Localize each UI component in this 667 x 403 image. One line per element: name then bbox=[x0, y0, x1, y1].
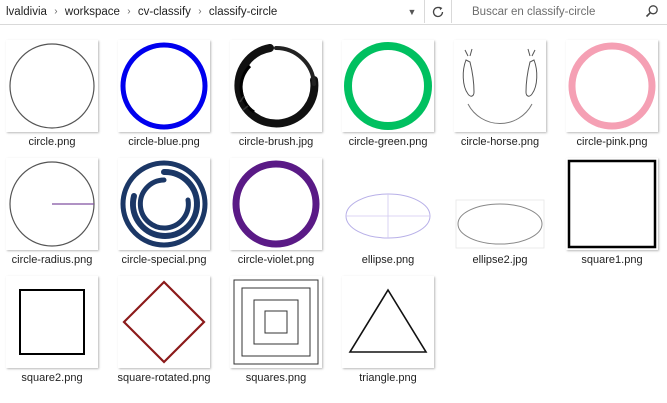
file-thumbnail bbox=[230, 276, 322, 368]
breadcrumb-item-classify-circle[interactable]: classify-circle bbox=[207, 6, 279, 18]
address-bar[interactable]: lvaldivia › workspace › cv-classify › cl… bbox=[0, 0, 425, 23]
file-item[interactable]: circle-violet.png bbox=[224, 158, 332, 272]
file-item[interactable]: circle-blue.png bbox=[112, 40, 220, 154]
circle-with-radius-icon bbox=[9, 161, 95, 247]
file-grid: circle.png circle-blue.png circle-brush.… bbox=[0, 40, 667, 403]
explorer-toolbar: lvaldivia › workspace › cv-classify › cl… bbox=[0, 0, 667, 25]
double-navy-ring-icon bbox=[120, 160, 208, 248]
blue-ring-icon bbox=[120, 42, 208, 130]
search-input[interactable] bbox=[462, 1, 647, 22]
file-item[interactable]: circle-green.png bbox=[336, 40, 444, 154]
file-item[interactable]: circle-special.png bbox=[112, 158, 220, 272]
file-name: square-rotated.png bbox=[117, 372, 211, 384]
file-thumbnail bbox=[6, 276, 98, 368]
file-thumbnail bbox=[342, 276, 434, 368]
file-name: circle.png bbox=[28, 136, 76, 148]
file-thumbnail bbox=[342, 158, 434, 250]
file-item[interactable]: circle-horse.png bbox=[448, 40, 556, 154]
black-square-icon bbox=[567, 159, 657, 249]
breadcrumb-item-cv-classify[interactable]: cv-classify bbox=[136, 6, 193, 18]
triangle-icon bbox=[348, 288, 428, 353]
file-item[interactable]: circle-brush.jpg bbox=[224, 40, 332, 154]
lavender-ellipse-icon bbox=[345, 193, 431, 239]
file-name: circle-pink.png bbox=[576, 136, 648, 148]
file-name: circle-horse.png bbox=[460, 136, 540, 148]
file-thumbnail bbox=[566, 40, 658, 132]
thin-circle-icon bbox=[9, 43, 95, 129]
file-item[interactable]: circle-pink.png bbox=[560, 40, 667, 154]
breadcrumb-item-lvaldivia[interactable]: lvaldivia bbox=[4, 6, 49, 18]
file-item[interactable]: triangle.png bbox=[336, 276, 444, 390]
file-item[interactable]: square1.png bbox=[560, 158, 667, 272]
file-thumbnail bbox=[566, 158, 658, 250]
search-box bbox=[462, 0, 667, 23]
chevron-right-icon[interactable]: › bbox=[193, 6, 207, 17]
gray-ellipse-icon bbox=[455, 199, 545, 249]
file-item[interactable]: square-rotated.png bbox=[112, 276, 220, 390]
file-name: ellipse2.jpg bbox=[472, 254, 528, 266]
red-diamond-icon bbox=[122, 280, 206, 364]
file-thumbnail bbox=[454, 40, 546, 132]
chevron-right-icon[interactable]: › bbox=[49, 6, 63, 17]
violet-ring-icon bbox=[232, 160, 320, 248]
file-name: circle-blue.png bbox=[128, 136, 200, 148]
pink-ring-icon bbox=[568, 42, 656, 130]
file-thumbnail bbox=[118, 158, 210, 250]
file-name: square2.png bbox=[21, 372, 83, 384]
search-icon[interactable] bbox=[645, 4, 659, 18]
file-name: circle-special.png bbox=[121, 254, 207, 266]
file-thumbnail bbox=[342, 40, 434, 132]
file-name: circle-green.png bbox=[348, 136, 428, 148]
file-item[interactable]: ellipse.png bbox=[336, 158, 444, 272]
file-thumbnail bbox=[118, 276, 210, 368]
refresh-button[interactable] bbox=[425, 0, 452, 23]
file-name: circle-violet.png bbox=[237, 254, 315, 266]
file-name: squares.png bbox=[245, 372, 307, 384]
file-item[interactable]: ellipse2.jpg bbox=[448, 158, 556, 272]
file-name: circle-brush.jpg bbox=[238, 136, 314, 148]
file-thumbnail bbox=[230, 158, 322, 250]
file-thumbnail bbox=[6, 158, 98, 250]
file-name: triangle.png bbox=[359, 372, 417, 384]
horse-sketch-circle-icon bbox=[462, 48, 538, 125]
ink-brush-circle-icon bbox=[234, 44, 319, 128]
chevron-down-icon[interactable]: ▼ bbox=[400, 0, 424, 23]
file-item[interactable]: circle-radius.png bbox=[0, 158, 108, 272]
black-square-icon bbox=[19, 289, 85, 355]
nested-squares-icon bbox=[233, 279, 319, 365]
file-thumbnail bbox=[454, 158, 546, 250]
file-item[interactable]: square2.png bbox=[0, 276, 108, 390]
file-name: square1.png bbox=[581, 254, 643, 266]
refresh-icon bbox=[432, 6, 444, 17]
breadcrumb-item-workspace[interactable]: workspace bbox=[63, 6, 122, 18]
file-item[interactable]: circle.png bbox=[0, 40, 108, 154]
file-thumbnail bbox=[6, 40, 98, 132]
file-item[interactable]: squares.png bbox=[224, 276, 332, 390]
file-thumbnail bbox=[230, 40, 322, 132]
chevron-right-icon[interactable]: › bbox=[122, 6, 136, 17]
file-name: circle-radius.png bbox=[11, 254, 93, 266]
file-thumbnail bbox=[118, 40, 210, 132]
green-ring-icon bbox=[344, 42, 432, 130]
file-name: ellipse.png bbox=[361, 254, 415, 266]
